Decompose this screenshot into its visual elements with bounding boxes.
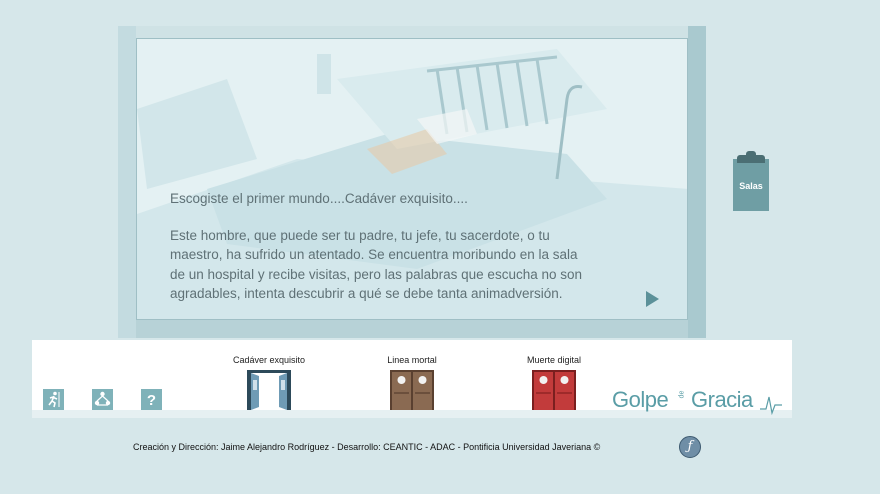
next-arrow-button[interactable] bbox=[646, 291, 659, 307]
monitor-bevel-left bbox=[118, 26, 136, 338]
clipboard-clamp bbox=[737, 155, 765, 163]
logo-gracia: Gracia bbox=[691, 387, 753, 412]
exit-icon bbox=[48, 391, 60, 408]
golpe-de-gracia-logo: Golpe de Gracia bbox=[610, 385, 782, 415]
open-door-icon bbox=[247, 370, 291, 410]
story-line: agradables, intenta descubrir a qué se d… bbox=[170, 286, 563, 301]
monitor-bevel-top bbox=[118, 26, 706, 38]
flash-icon: ƒ bbox=[687, 439, 693, 454]
monitor-bevel-right bbox=[688, 26, 706, 338]
heartbeat-icon bbox=[760, 396, 782, 415]
flash-player-button[interactable]: ƒ bbox=[679, 436, 701, 458]
map-button[interactable] bbox=[92, 389, 113, 410]
logo-de: de bbox=[678, 390, 686, 399]
help-button[interactable]: ? bbox=[141, 389, 162, 410]
credits-text: Creación y Dirección: Jaime Alejandro Ro… bbox=[133, 442, 601, 452]
story-intro: Escogiste el primer mundo....Cadáver exq… bbox=[170, 191, 468, 206]
door-linea-mortal[interactable] bbox=[390, 370, 434, 410]
story-text: Escogiste el primer mundo....Cadáver exq… bbox=[170, 189, 640, 304]
door-cadaver-exquisito[interactable] bbox=[247, 370, 291, 410]
door-label-linea: Linea mortal bbox=[387, 355, 437, 365]
exit-button[interactable] bbox=[43, 389, 64, 410]
salas-label: Salas bbox=[739, 181, 763, 191]
story-line: Este hombre, que puede ser tu padre, tu … bbox=[170, 227, 550, 243]
closed-door-icon bbox=[532, 370, 576, 410]
story-line: de un hospital y recibe visitas, pero la… bbox=[170, 266, 583, 282]
story-line: maestro, ha sufrido un atentado. Se encu… bbox=[170, 247, 578, 262]
door-label-cadaver: Cadáver exquisito bbox=[232, 355, 306, 365]
closed-door-icon bbox=[390, 370, 434, 410]
help-glyph: ? bbox=[147, 392, 156, 409]
story-screen: Escogiste el primer mundo....Cadáver exq… bbox=[136, 38, 688, 320]
door-label-muerte: Muerte digital bbox=[526, 355, 582, 365]
door-muerte-digital[interactable] bbox=[532, 370, 576, 410]
map-icon bbox=[94, 391, 111, 406]
logo-golpe: Golpe bbox=[612, 387, 669, 412]
salas-clipboard-button[interactable]: Salas bbox=[733, 151, 769, 211]
help-icon: ? bbox=[147, 392, 156, 409]
